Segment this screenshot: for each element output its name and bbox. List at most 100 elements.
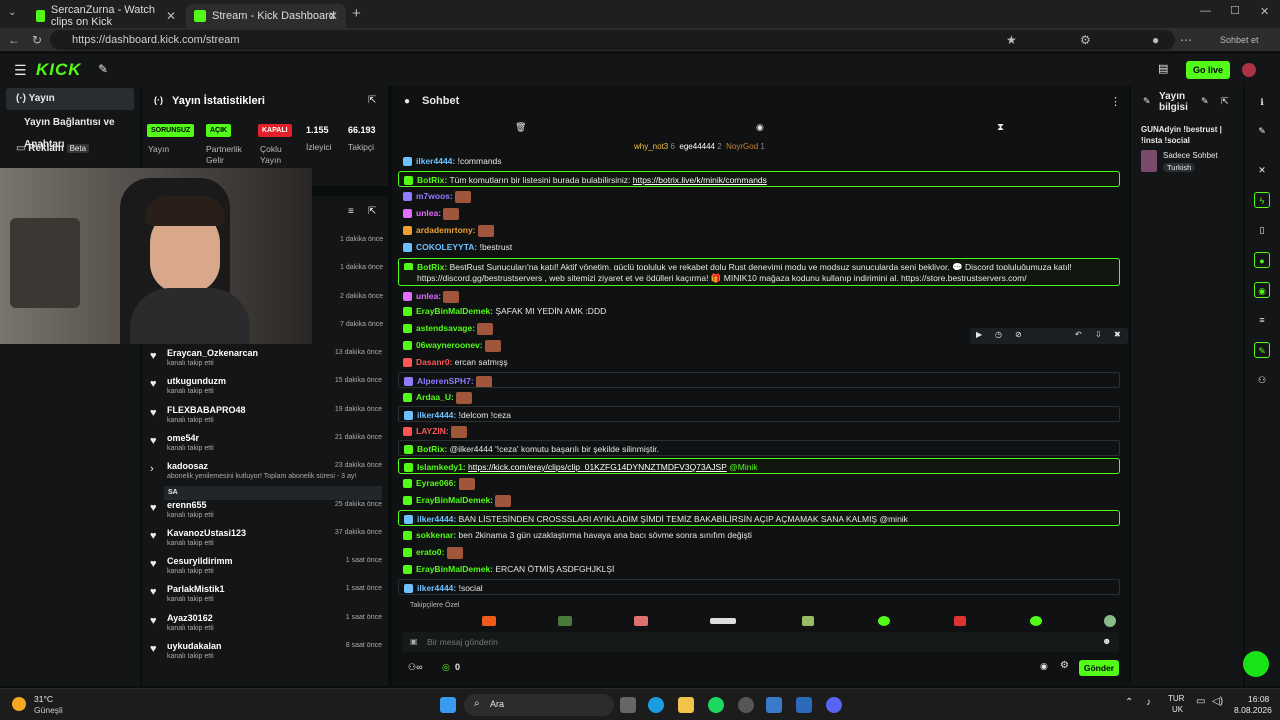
chat-message[interactable]: unlea: bbox=[398, 288, 1120, 304]
layers-icon[interactable]: ≡ bbox=[1254, 312, 1270, 328]
chat-bubble-icon[interactable]: ◉ bbox=[756, 122, 764, 133]
emoji-icon[interactable]: ☻ bbox=[1102, 636, 1111, 646]
mic-icon[interactable]: ♪ bbox=[1146, 697, 1151, 708]
browser-tab-dashboard[interactable]: Stream - Kick Dashboard ✕ bbox=[186, 4, 346, 28]
profile-avatar[interactable]: ● bbox=[1152, 30, 1159, 50]
layout-icon[interactable]: ▤ bbox=[1158, 62, 1168, 75]
chat-message[interactable]: BotRix: @ilker4444 '!ceza' komutu başarı… bbox=[398, 440, 1120, 456]
tray-chevron-icon[interactable]: ⌃ bbox=[1125, 697, 1133, 708]
edge-icon[interactable] bbox=[648, 697, 664, 713]
chat-message[interactable]: BotRix: Tüm komutların bir listesini bur… bbox=[398, 171, 1120, 187]
chat-message[interactable]: ErayBinMalDemek: ERCAN ÖTMİŞ ASDFGHJKLŞİ bbox=[398, 561, 1120, 577]
chat-message[interactable]: ilker4444: !commands bbox=[398, 153, 1120, 169]
extensions-icon[interactable]: ⚙ bbox=[1080, 30, 1091, 50]
broadcast-icon[interactable]: ◉ bbox=[1254, 282, 1270, 298]
chat-username[interactable]: unlea: bbox=[416, 208, 441, 218]
lang-indicator[interactable]: TUR bbox=[1168, 694, 1184, 703]
chat-username[interactable]: ardademrtony: bbox=[416, 225, 476, 235]
emote[interactable] bbox=[1104, 615, 1116, 627]
chat-username[interactable]: astendsavage: bbox=[416, 323, 475, 333]
spotify-icon[interactable] bbox=[708, 697, 724, 713]
chat-message[interactable]: ErayBinMalDemek: ŞAFAK MI YEDİN AMK :DDD bbox=[398, 303, 1120, 319]
top-user[interactable]: ege44444 bbox=[679, 142, 715, 151]
ban-icon[interactable]: ⊘ bbox=[1015, 330, 1022, 339]
back-icon[interactable]: ← bbox=[8, 30, 20, 50]
activity-username[interactable]: Ayaz30162 bbox=[167, 613, 213, 623]
chat-username[interactable]: ErayBinMalDemek: bbox=[416, 564, 493, 574]
activity-username[interactable]: ParlakMistik1 bbox=[167, 584, 225, 594]
chat-message[interactable]: Ardaa_U: bbox=[398, 389, 1120, 405]
close-tab-icon[interactable]: ✕ bbox=[166, 9, 176, 23]
go-live-button[interactable]: Go live bbox=[1186, 61, 1230, 79]
favorite-star-icon[interactable]: ★ bbox=[1006, 30, 1017, 50]
emote[interactable] bbox=[634, 616, 648, 626]
browser-tab-clips[interactable]: SercanZurna - Watch clips on Kick ✕ bbox=[28, 4, 184, 28]
chat-menu-icon[interactable]: ⋮ bbox=[1110, 95, 1121, 108]
start-icon[interactable] bbox=[440, 697, 456, 713]
chat-message[interactable]: erato0: bbox=[398, 544, 1120, 560]
timeout-icon[interactable]: ◷ bbox=[995, 330, 1002, 339]
play-icon[interactable]: ▶ bbox=[976, 330, 982, 339]
chat-message[interactable]: Eyrae066: bbox=[398, 475, 1120, 491]
filter-icon[interactable]: ≡ bbox=[348, 206, 354, 217]
file-explorer-icon[interactable] bbox=[678, 697, 694, 713]
new-tab-icon[interactable]: + bbox=[352, 5, 361, 22]
popout-icon[interactable]: ⇱ bbox=[368, 206, 376, 217]
taskbar-search[interactable]: ⌕ Ara bbox=[464, 694, 614, 716]
user-avatar[interactable] bbox=[1242, 63, 1256, 77]
photos-icon[interactable] bbox=[766, 697, 782, 713]
emote[interactable] bbox=[802, 616, 814, 626]
chat-message[interactable]: ilker4444: !delcom !ceza bbox=[398, 406, 1120, 422]
top-user[interactable]: why_not3 bbox=[634, 142, 668, 151]
chat-username[interactable]: LAYZIN: bbox=[416, 426, 449, 436]
chat-username[interactable]: AlperenSPH7: bbox=[417, 376, 474, 386]
close-tab-icon[interactable]: ✕ bbox=[328, 9, 338, 23]
emote[interactable] bbox=[558, 616, 572, 626]
maximize-icon[interactable]: ☐ bbox=[1230, 4, 1240, 17]
menu-dots-icon[interactable]: ⋯ bbox=[1180, 30, 1192, 50]
obs-icon[interactable] bbox=[738, 697, 754, 713]
activity-username[interactable]: Eraycan_Ozkenarcan bbox=[167, 348, 258, 358]
chat-message[interactable]: COKOLEYYTA: !bestrust bbox=[398, 239, 1120, 255]
emote[interactable] bbox=[482, 616, 496, 626]
edit-icon[interactable]: ✎ bbox=[1201, 96, 1209, 107]
trash-icon[interactable]: 🗑 bbox=[515, 122, 526, 133]
chat-input[interactable]: ▣ Bir mesaj gönderin ☻ bbox=[402, 632, 1119, 652]
chat-message[interactable]: Islamkedy1: https://kick.com/eray/clips/… bbox=[398, 458, 1120, 474]
pin-message-icon[interactable]: ⇩ bbox=[1095, 330, 1102, 339]
popout-icon[interactable]: ⇱ bbox=[368, 95, 376, 106]
edit-icon[interactable]: ✎ bbox=[1254, 123, 1270, 139]
chat-username[interactable]: ilker4444: bbox=[417, 410, 456, 420]
chat-mention[interactable]: @Minik bbox=[727, 462, 757, 472]
chat-username[interactable]: Islamkedy1: bbox=[417, 462, 466, 472]
chat-link[interactable]: https://botrix.live/k/minik/commands bbox=[633, 175, 767, 185]
copilot-label[interactable]: Sohbet et bbox=[1220, 30, 1259, 50]
chat-username[interactable]: m7woos: bbox=[416, 191, 453, 201]
emote[interactable] bbox=[878, 616, 890, 626]
chat-username[interactable]: Eyrae066: bbox=[416, 478, 456, 488]
chat-username[interactable]: 06wayneroonev: bbox=[416, 340, 483, 350]
chat-username[interactable]: Ardaa_U: bbox=[416, 392, 454, 402]
minimize-icon[interactable]: — bbox=[1200, 5, 1211, 17]
sidebar-item-stream[interactable]: (·) Yayın bbox=[6, 88, 134, 110]
app-icon[interactable] bbox=[796, 697, 812, 713]
activity-username[interactable]: utkugunduzm bbox=[167, 376, 226, 386]
task-view-icon[interactable] bbox=[620, 697, 636, 713]
chat-username[interactable]: ErayBinMalDemek: bbox=[416, 495, 493, 505]
window-close-icon[interactable]: ✕ bbox=[1260, 5, 1269, 18]
chat-message[interactable]: https://discord.gg/bestrustservers , web… bbox=[398, 270, 1120, 286]
chat-link[interactable]: https://kick.com/eray/clips/clip_01KZFG1… bbox=[468, 462, 727, 472]
chat-message[interactable]: AlperenSPH7: bbox=[398, 372, 1120, 388]
settings-gear-icon[interactable]: ⚙ bbox=[1060, 660, 1069, 671]
activity-username[interactable]: KavanozUstasi123 bbox=[167, 528, 246, 538]
chat-username[interactable]: unlea: bbox=[416, 291, 441, 301]
reload-icon[interactable]: ↻ bbox=[32, 30, 42, 50]
chat-username[interactable]: sokkenar: bbox=[416, 530, 456, 540]
crosshair-icon[interactable]: ✕ bbox=[1254, 162, 1270, 178]
users-icon[interactable]: ⚇ bbox=[1254, 372, 1270, 388]
hamburger-menu-icon[interactable]: ☰ bbox=[14, 62, 27, 79]
network-icon[interactable]: ▭ bbox=[1196, 696, 1205, 707]
pin-icon[interactable]: ✎ bbox=[98, 62, 108, 76]
chat-icon[interactable]: ● bbox=[1254, 252, 1270, 268]
delete-icon[interactable]: ✖ bbox=[1114, 330, 1121, 339]
